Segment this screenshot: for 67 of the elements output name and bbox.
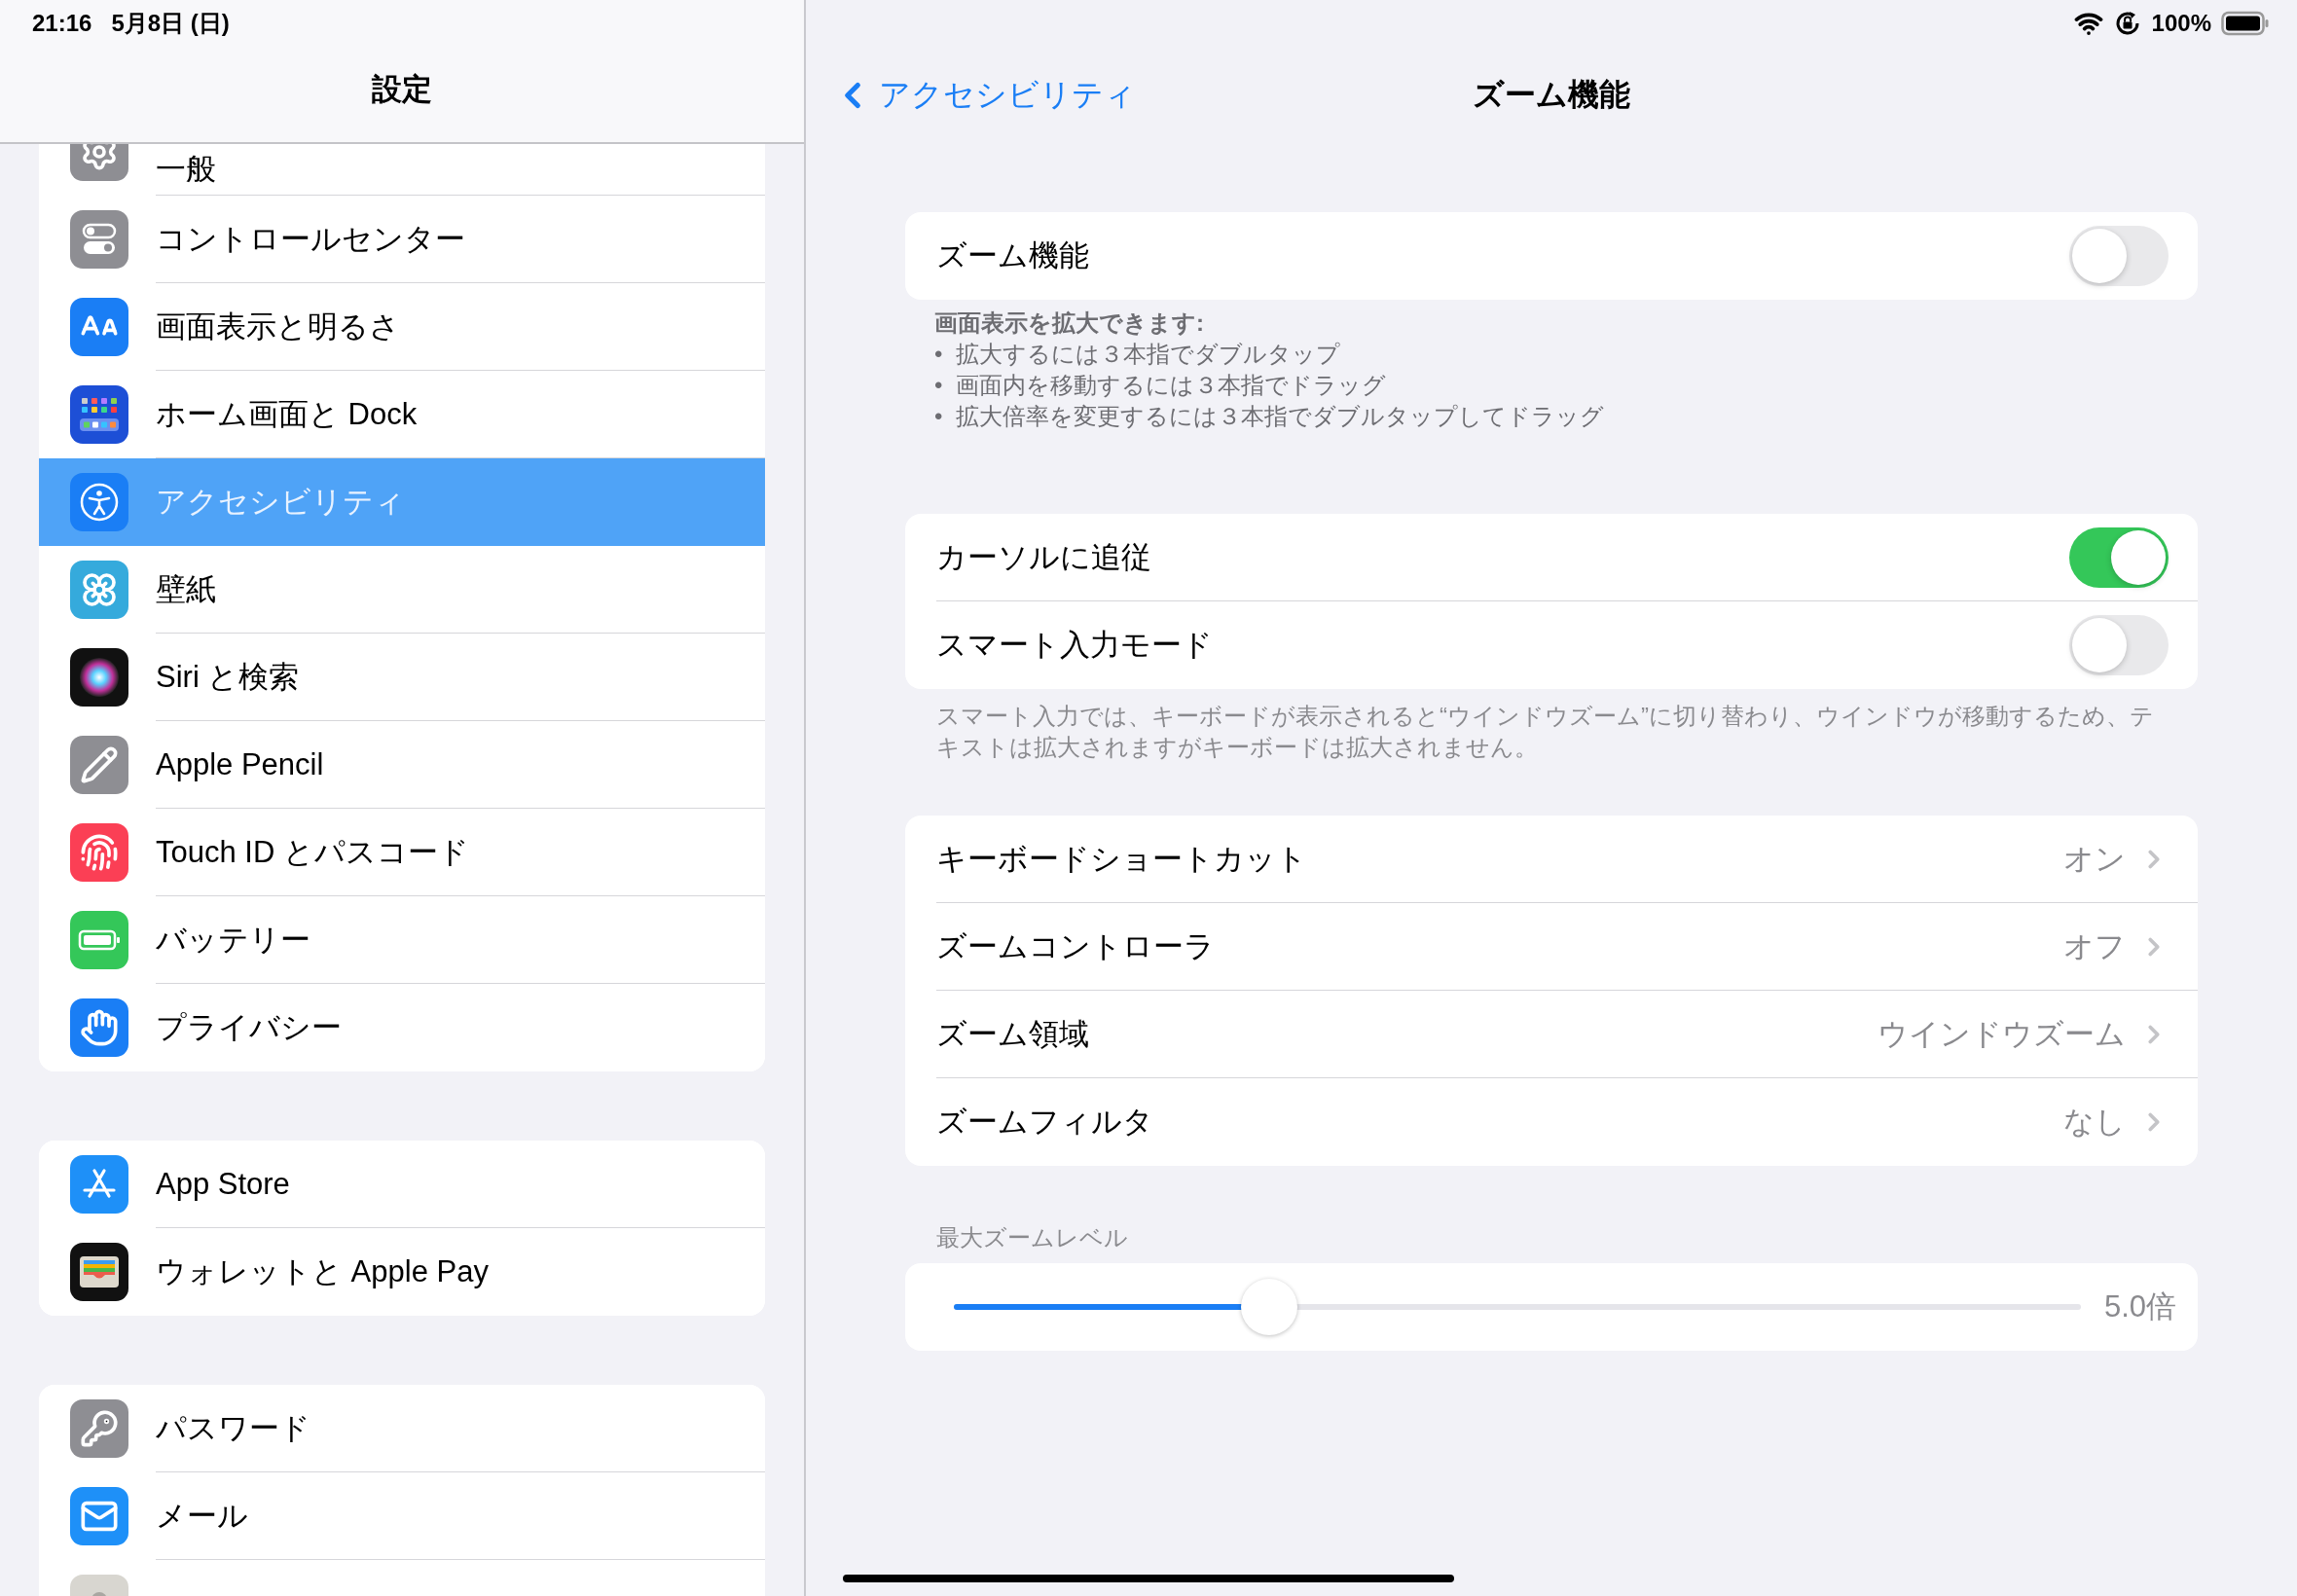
settings-link-row[interactable]: キーボードショートカット オン	[936, 816, 2198, 903]
sidebar-title: 設定	[371, 71, 433, 108]
app-store-icon	[70, 1155, 128, 1214]
home-indicator[interactable]	[843, 1575, 1454, 1582]
wallet-icon	[70, 1243, 128, 1301]
item-label: パスワード	[156, 1409, 310, 1447]
slider-value: 5.0倍	[2103, 1288, 2176, 1325]
setting-label: ズーム機能	[936, 237, 1089, 274]
item-label: プライバシー	[156, 1009, 342, 1046]
setting-value: なし	[2063, 1104, 2126, 1141]
back-link[interactable]: アクセシビリティ	[832, 74, 1136, 117]
accessibility-icon	[70, 473, 128, 531]
hand-icon	[70, 998, 128, 1057]
footer-text: 画面内を移動するには３本指でドラッグ	[956, 371, 1387, 400]
footer-text: スマート入力では、キーボードが表示されると“ウインドウズーム”に切り替わり、ウインドウが移動するため、テキストは拡大されますがキーボードは拡大されません。	[935, 702, 2155, 762]
status-date: 5月8日 (日)	[111, 9, 230, 38]
item-label: メール	[156, 1497, 248, 1535]
zoom-slider[interactable]	[954, 1278, 2081, 1336]
key-icon	[70, 1399, 128, 1458]
battery-percent: 100%	[2151, 10, 2211, 37]
footer-text: 拡大するには３本指でダブルタップ	[956, 340, 1341, 369]
bullet-mark: •	[934, 402, 943, 431]
bullet-mark: •	[934, 340, 943, 369]
item-label: アクセシビリティ	[156, 484, 405, 521]
item-label: Touch ID とパスコード	[156, 833, 469, 871]
page-title: ズーム機能	[1473, 76, 1630, 114]
settings-link-row[interactable]: ズームコントローラ オフ	[936, 903, 2198, 991]
fingerprint-icon	[70, 823, 128, 882]
pencil-icon	[70, 736, 128, 794]
orb-icon	[70, 648, 128, 707]
setting-value: ウインドウズーム	[1878, 1015, 2126, 1053]
item-label: 一般	[156, 151, 216, 188]
item-label: Siri と検索	[156, 658, 300, 696]
item-label: 画面表示と明るさ	[156, 308, 400, 345]
setting-value: オン	[2063, 840, 2126, 878]
toggle-switch[interactable]	[2069, 526, 2169, 588]
setting-label: スマート入力モード	[936, 627, 1213, 664]
switches-icon	[70, 210, 128, 269]
setting-label: カーソルに追従	[936, 538, 1151, 576]
settings-link-row[interactable]: ズームフィルタ なし	[936, 1078, 2198, 1166]
status-time: 21:16	[32, 10, 92, 37]
battery-icon	[2221, 11, 2270, 36]
flower-icon	[70, 561, 128, 619]
slider-thumb[interactable]	[1241, 1279, 1298, 1335]
app-grid-icon	[70, 385, 128, 444]
text-size-icon	[70, 298, 128, 356]
footer-text: 拡大倍率を変更するには３本指でダブルタップしてドラッグ	[956, 402, 1605, 431]
setting-value: オフ	[2063, 927, 2126, 965]
item-label: コントロールセンター	[156, 220, 465, 258]
item-label: ウォレットと Apple Pay	[156, 1253, 489, 1290]
section-header: 最大ズームレベル	[935, 1223, 1129, 1252]
item-label: Apple Pencil	[156, 746, 324, 782]
setting-label: ズーム領域	[936, 1015, 1089, 1053]
item-label: App Store	[156, 1166, 290, 1202]
bullet-mark: •	[934, 371, 943, 400]
item-label: ホーム画面と Dock	[156, 395, 418, 433]
item-label: バッテリー	[156, 921, 310, 959]
item-label: 壁紙	[156, 570, 216, 608]
mail-icon	[70, 1487, 128, 1545]
toggle-switch[interactable]	[2069, 226, 2169, 286]
battery-icon	[70, 911, 128, 969]
toggle-switch[interactable]	[2069, 615, 2169, 675]
setting-label: ズームフィルタ	[936, 1104, 1153, 1141]
setting-label: キーボードショートカット	[936, 840, 1307, 878]
settings-link-row[interactable]: ズーム領域 ウインドウズーム	[936, 991, 2198, 1078]
setting-label: ズームコントローラ	[936, 927, 1215, 965]
footer-title: 画面表示を拡大できます:	[933, 308, 1205, 338]
